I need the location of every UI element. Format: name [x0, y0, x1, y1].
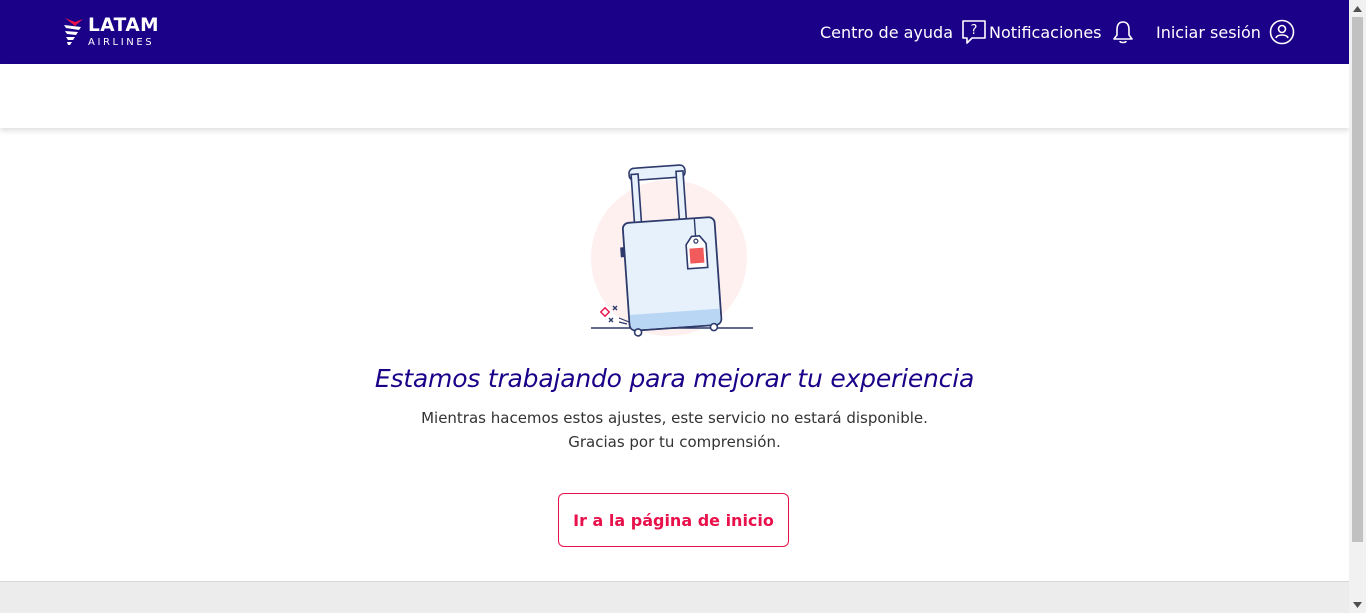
help-center-link[interactable]: Centro de ayuda ?: [820, 17, 987, 47]
secondary-bar: [0, 64, 1349, 128]
status-message: Mientras hacemos estos ajustes, este ser…: [0, 406, 1349, 454]
svg-text:?: ?: [971, 23, 978, 38]
footer: [0, 581, 1349, 613]
scroll-down-arrow-icon[interactable]: [1349, 596, 1366, 613]
logo-wordmark: LATAM: [88, 15, 160, 36]
latam-logo-icon: [64, 18, 83, 45]
notifications-label: Notificaciones: [989, 22, 1102, 42]
scrollbar-thumb[interactable]: [1352, 17, 1363, 542]
vertical-scrollbar[interactable]: [1349, 0, 1366, 613]
status-message-line-2: Gracias por tu comprensión.: [568, 433, 781, 451]
top-navigation-bar: LATAM AIRLINES Centro de ayuda ? Notific…: [0, 0, 1349, 64]
status-message-line-1: Mientras hacemos estos ajustes, este ser…: [421, 409, 928, 427]
go-home-button[interactable]: Ir a la página de inicio: [558, 493, 789, 547]
page-title: Estamos trabajando para mejorar tu exper…: [374, 364, 975, 393]
scroll-up-arrow-icon[interactable]: [1349, 0, 1366, 17]
login-link[interactable]: Iniciar sesión: [1156, 17, 1295, 47]
help-chat-icon: ?: [961, 19, 987, 45]
notifications-link[interactable]: Notificaciones: [989, 17, 1134, 47]
login-label: Iniciar sesión: [1156, 22, 1261, 42]
help-center-label: Centro de ayuda: [820, 22, 953, 42]
bell-icon: [1112, 19, 1134, 45]
suitcase-illustration: [585, 158, 765, 338]
user-icon: [1269, 19, 1295, 45]
page: LATAM AIRLINES Centro de ayuda ? Notific…: [0, 0, 1349, 613]
logo-subtext: AIRLINES: [88, 37, 155, 48]
latam-logo[interactable]: LATAM AIRLINES: [63, 15, 173, 49]
